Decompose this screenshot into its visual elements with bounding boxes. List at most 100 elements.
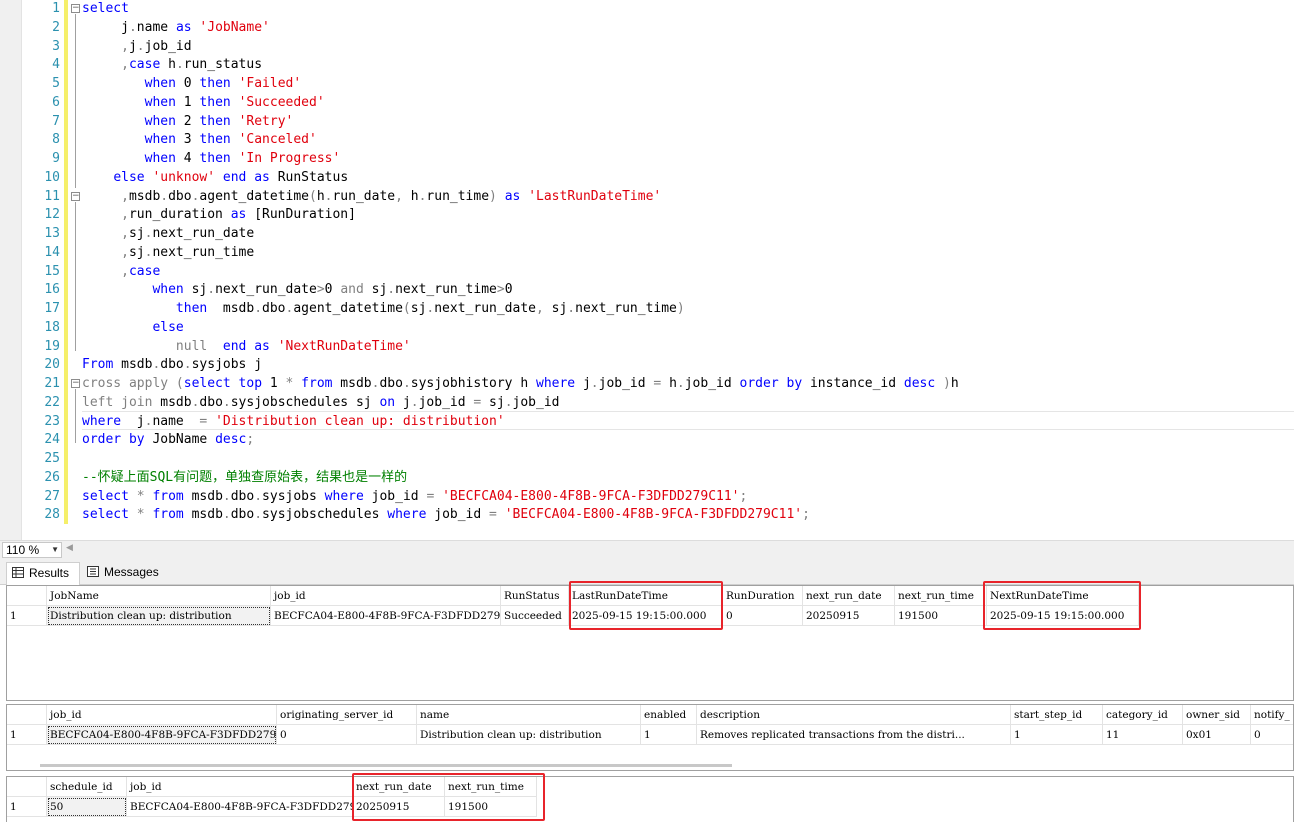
row-number[interactable]: 1 [7, 797, 47, 817]
column-header[interactable]: schedule_id [47, 777, 127, 797]
grid-cell[interactable]: BECFCA04-E800-4F8B-9FCA-F3DFDD279C11 [47, 725, 277, 745]
column-header[interactable]: job_id [47, 705, 277, 725]
grid-cell[interactable]: 1 [641, 725, 697, 745]
outline-line [75, 389, 76, 443]
line-numbers: 1 2 3 4 5 6 7 8 9 10 11 12 13 14 15 16 17 18 19 20 21 22 23 24 2… [22, 0, 62, 525]
code-line: left join msdb.dbo.sysjobschedules sj on… [82, 394, 560, 410]
grid-cell[interactable]: 1 [1011, 725, 1103, 745]
code-line: else [152, 319, 184, 335]
tab-messages[interactable]: Messages [82, 562, 162, 584]
line-number: 24 [44, 432, 60, 448]
sql-editor[interactable]: 1 2 3 4 5 6 7 8 9 10 11 12 13 14 15 16 17 18 19 20 21 22 23 24 2… [0, 0, 1294, 540]
scroll-left-icon[interactable]: ◀ [66, 543, 73, 553]
zoom-dropdown[interactable]: 110 % ▼ [2, 542, 62, 558]
code-line: cross apply (select top 1 * from msdb.db… [82, 376, 959, 391]
code-line: ,msdb.dbo.agent_datetime(h.run_date, h.r… [121, 188, 662, 204]
grid-cell[interactable]: 2025-09-15 19:15:00.000 [569, 606, 723, 626]
line-number: 20 [44, 357, 60, 373]
column-header[interactable]: next_run_date [803, 586, 895, 606]
row-number[interactable]: 1 [7, 725, 47, 745]
line-number: 2 [52, 19, 60, 35]
column-header[interactable]: job_id [127, 777, 353, 797]
code-line: when 4 then 'In Progress' [144, 151, 341, 166]
grid-cell[interactable]: BECFCA04-E800-4F8B-9FCA-F3DFDD279C11 [271, 606, 501, 626]
results-tab-strip: Results Messages [0, 559, 1294, 585]
grid-cell[interactable]: BECFCA04-E800-4F8B-9FCA-F3DFDD279C11 [127, 797, 353, 817]
grid-cell[interactable]: 20250915 [353, 797, 445, 817]
line-number: 12 [44, 207, 60, 223]
grid-cell[interactable]: Removes replicated transactions from the… [697, 725, 1011, 745]
grid-cell[interactable]: 20250915 [803, 606, 895, 626]
column-header[interactable]: RunStatus [501, 586, 569, 606]
column-header[interactable]: next_run_time [895, 586, 987, 606]
line-number: 10 [44, 169, 60, 185]
grid-cell[interactable]: 191500 [445, 797, 537, 817]
column-header[interactable]: category_id [1103, 705, 1183, 725]
grid-cell[interactable]: 0 [723, 606, 803, 626]
line-number: 13 [44, 226, 60, 241]
code-line: select [82, 1, 129, 16]
grid-cell[interactable]: 0x01 [1183, 725, 1251, 745]
line-number: 26 [44, 469, 60, 485]
zoom-value: 110 % [6, 543, 40, 557]
outline-line [75, 202, 76, 351]
grid-cell[interactable]: 11 [1103, 725, 1183, 745]
column-header[interactable]: owner_sid [1183, 705, 1251, 725]
code-line: when 2 then 'Retry' [144, 113, 294, 129]
code-line: ,j.job_id [121, 38, 192, 54]
grid-cell[interactable]: 0 [1251, 725, 1293, 745]
tab-results-label: Results [29, 566, 70, 580]
tab-results[interactable]: Results [6, 562, 80, 585]
code-line: then msdb.dbo.agent_datetime(sj.next_run… [175, 301, 685, 316]
code-line: ,case h.run_status [121, 57, 263, 73]
grid-cell[interactable]: 191500 [895, 606, 987, 626]
row-number[interactable]: 1 [7, 606, 47, 626]
grid-cell[interactable]: Distribution clean up: distribution [47, 606, 271, 626]
grid-cell[interactable]: 50 [47, 797, 127, 817]
column-header[interactable]: job_id [271, 586, 501, 606]
column-header[interactable]: description [697, 705, 1011, 725]
code-line: --怀疑上面SQL有问题，单独查原始表，结果也是一样的 [82, 469, 408, 485]
grid-cell[interactable]: Distribution clean up: distribution [417, 725, 641, 745]
line-number: 15 [44, 263, 60, 279]
code-line: ,sj.next_run_time [121, 244, 255, 260]
line-number: 6 [52, 94, 60, 110]
outlining-margin: − − − [68, 0, 82, 540]
column-header[interactable]: start_step_id [1011, 705, 1103, 725]
line-number: 19 [44, 338, 60, 354]
code-line: j.name as 'JobName' [82, 19, 270, 35]
results-grid-1[interactable]: JobName job_id RunStatus LastRunDateTime… [6, 585, 1294, 701]
code-line: select * from msdb.dbo.sysjobs where job… [82, 488, 748, 504]
row-header-corner [7, 777, 47, 797]
results-grid-3[interactable]: schedule_id job_id next_run_date next_ru… [6, 776, 1294, 822]
collapse-icon[interactable]: − [71, 192, 80, 201]
grid-cell[interactable]: Succeeded [501, 606, 569, 626]
line-number: 5 [52, 76, 60, 91]
column-header[interactable]: next_run_date [353, 777, 445, 797]
line-number: 8 [52, 132, 60, 148]
column-header[interactable]: LastRunDateTime [569, 586, 723, 606]
column-header[interactable]: name [417, 705, 641, 725]
line-number: 9 [52, 151, 60, 166]
collapse-icon[interactable]: − [71, 4, 80, 13]
collapse-icon[interactable]: − [71, 379, 80, 388]
messages-icon [87, 566, 99, 577]
results-grid-2[interactable]: job_id originating_server_id name enable… [6, 704, 1294, 771]
grid-cell[interactable]: 2025-09-15 19:15:00.000 [987, 606, 1139, 626]
column-header[interactable]: JobName [47, 586, 271, 606]
code-line: null end as 'NextRunDateTime' [175, 338, 411, 354]
column-header[interactable]: notify_ [1251, 705, 1293, 725]
column-header[interactable]: enabled [641, 705, 697, 725]
row-header-corner [7, 705, 47, 725]
grid2-horizontal-scrollbar[interactable] [40, 764, 732, 767]
column-header[interactable]: RunDuration [723, 586, 803, 606]
line-number: 11 [44, 188, 60, 204]
code-area[interactable]: select j.name as 'JobName' ,j.job_id ,ca… [82, 0, 959, 525]
column-header[interactable]: NextRunDateTime [987, 586, 1139, 606]
column-header[interactable]: originating_server_id [277, 705, 417, 725]
code-line: where j.name = 'Distribution clean up: d… [82, 413, 505, 429]
editor-horizontal-scrollbar[interactable]: ◀ [64, 543, 1294, 557]
column-header[interactable]: next_run_time [445, 777, 537, 797]
grid-cell[interactable]: 0 [277, 725, 417, 745]
